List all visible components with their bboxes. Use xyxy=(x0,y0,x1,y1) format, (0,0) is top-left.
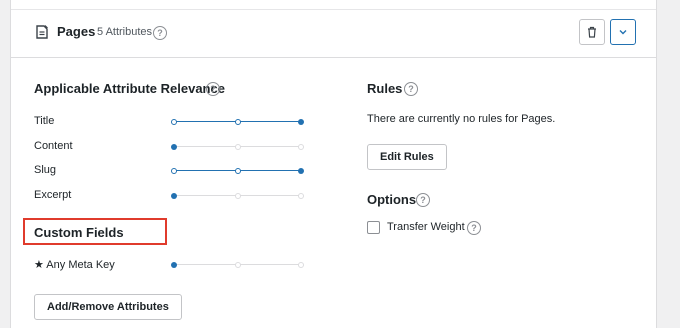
slider-stop[interactable] xyxy=(298,144,304,150)
trash-icon xyxy=(588,26,596,38)
slider-stop[interactable] xyxy=(234,144,241,150)
relevance-slider[interactable] xyxy=(171,117,304,127)
engine-source-panel: Pages 5 Attributes ? Applicable Attribut… xyxy=(10,0,657,328)
collapse-toggle-button[interactable] xyxy=(610,19,636,45)
delete-source-button[interactable] xyxy=(579,19,605,45)
attribute-label: Slug xyxy=(34,164,57,176)
slider-stop[interactable] xyxy=(171,168,177,174)
slider-stop[interactable] xyxy=(298,168,304,174)
relevance-help-icon[interactable]: ? xyxy=(206,82,220,96)
slider-stop[interactable] xyxy=(171,193,177,199)
transfer-weight-checkbox[interactable] xyxy=(367,221,380,234)
slider-stop[interactable] xyxy=(171,262,177,268)
add-remove-attributes-button[interactable]: Add/Remove Attributes xyxy=(34,294,182,320)
source-title: Pages xyxy=(57,24,96,39)
transfer-weight-label[interactable]: Transfer Weight xyxy=(387,221,465,233)
relevance-slider[interactable] xyxy=(171,142,304,152)
attribute-label: ★ Any Meta Key xyxy=(34,259,115,271)
slider-stop[interactable] xyxy=(171,119,177,125)
slider-stop[interactable] xyxy=(234,193,241,199)
slider-stop[interactable] xyxy=(234,119,241,125)
slider-stop[interactable] xyxy=(298,193,304,199)
custom-fields-heading: Custom Fields xyxy=(34,225,124,240)
slider-stop[interactable] xyxy=(171,144,177,150)
relevance-slider[interactable] xyxy=(171,166,304,176)
help-icon[interactable]: ? xyxy=(153,26,167,40)
attribute-count: 5 Attributes xyxy=(97,26,153,38)
transfer-weight-help-icon[interactable]: ? xyxy=(467,221,481,235)
attribute-label: Title xyxy=(34,115,55,127)
attribute-label: Content xyxy=(34,140,73,152)
slider-stop[interactable] xyxy=(234,262,241,268)
rules-heading: Rules xyxy=(367,81,403,96)
relevance-heading: Applicable Attribute Relevance xyxy=(34,81,225,96)
slider-stop[interactable] xyxy=(298,262,304,268)
source-header: Pages 5 Attributes ? xyxy=(11,10,656,58)
relevance-slider[interactable] xyxy=(171,191,304,201)
page-icon xyxy=(36,25,48,39)
chevron-down-icon xyxy=(619,30,627,35)
attribute-label: Excerpt xyxy=(34,189,72,201)
rules-help-icon[interactable]: ? xyxy=(404,82,418,96)
edit-rules-button[interactable]: Edit Rules xyxy=(367,144,447,170)
slider-stop[interactable] xyxy=(234,168,241,174)
previous-panel-edge xyxy=(11,0,656,10)
slider-stop[interactable] xyxy=(298,119,304,125)
relevance-slider[interactable] xyxy=(171,260,304,270)
rules-empty-text: There are currently no rules for Pages. xyxy=(367,113,556,125)
options-heading: Options xyxy=(367,192,417,207)
options-help-icon[interactable]: ? xyxy=(416,193,430,207)
